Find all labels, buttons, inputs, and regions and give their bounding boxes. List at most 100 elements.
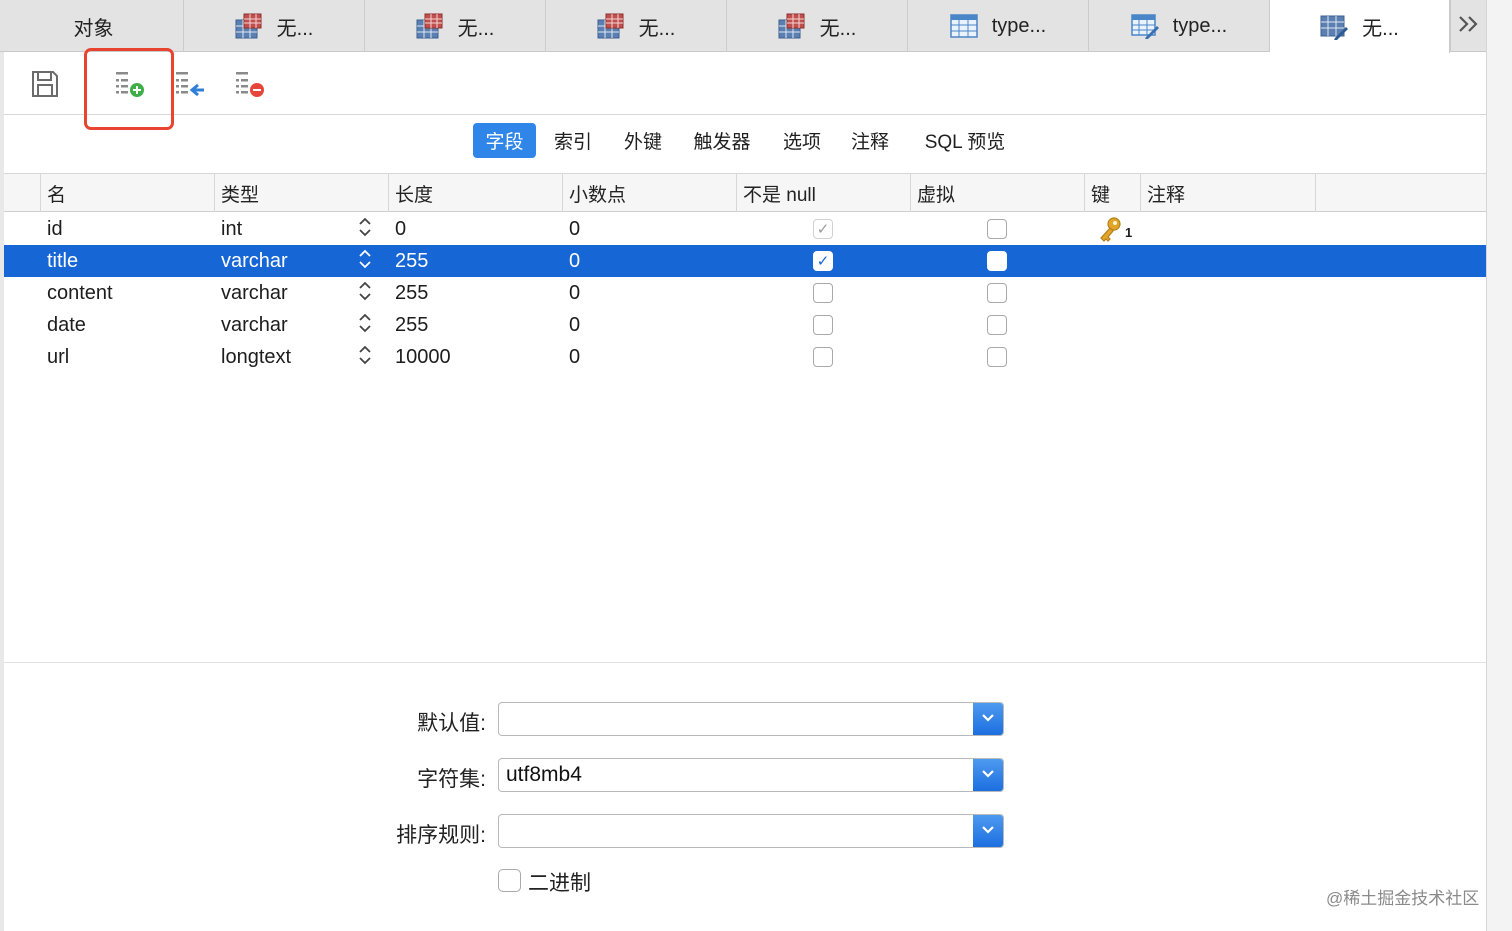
collation-dropdown-button[interactable] [973,815,1003,847]
field-decimals[interactable]: 0 [569,309,580,341]
subtab-options[interactable]: 选项 [772,123,832,158]
table-icon [235,13,263,39]
column-header-not-null[interactable]: 不是 null [736,174,912,212]
type-stepper[interactable] [355,245,375,277]
charset-value[interactable]: utf8mb4 [506,759,582,791]
tab-objects[interactable]: 对象 [4,0,184,52]
default-value-label: 默认值: [417,712,486,735]
double-chevron-right-icon [1458,15,1480,38]
tab-table-2[interactable]: 无... [365,0,546,52]
tab-label: type... [1172,14,1228,37]
table-row[interactable]: title varchar 255 0 ✓ [4,245,1486,277]
field-decimals[interactable]: 0 [569,277,580,309]
column-header-name[interactable]: 名 [40,174,216,212]
type-stepper[interactable] [355,341,375,373]
tab-overflow-button[interactable] [1450,0,1486,52]
subtab-foreign-keys[interactable]: 外键 [613,123,673,158]
virtual-checkbox[interactable] [987,347,1007,367]
virtual-checkbox[interactable] [987,283,1007,303]
column-header-key[interactable]: 键 [1084,174,1140,212]
table-row[interactable]: date varchar 255 0 [4,309,1486,341]
field-type[interactable]: varchar [221,277,288,309]
field-length[interactable]: 0 [395,213,406,245]
binary-label: 二进制 [528,872,591,895]
chevron-down-icon [981,766,995,784]
table-row[interactable]: id int 0 0 ✓ 1 [4,213,1486,245]
field-decimals[interactable]: 0 [569,245,580,277]
tab-label: 无... [819,17,857,40]
tab-type-1[interactable]: type... [908,0,1089,52]
subtab-indexes[interactable]: 索引 [544,123,602,158]
stepper-icon [358,312,372,339]
charset-label: 字符集: [417,768,486,791]
default-value-dropdown-button[interactable] [973,703,1003,735]
grid-icon [950,13,978,39]
field-length[interactable]: 255 [395,309,428,341]
not-null-checkbox[interactable]: ✓ [813,251,833,271]
field-name[interactable]: id [47,213,63,245]
field-type[interactable]: longtext [221,341,291,373]
insert-field-button[interactable] [172,69,206,103]
save-icon [30,69,60,104]
field-type[interactable]: int [221,213,242,245]
window-right-edge [1486,0,1512,931]
column-header-comment[interactable]: 注释 [1140,174,1316,212]
not-null-checkbox[interactable] [813,315,833,335]
stepper-icon [358,280,372,307]
tab-table-4[interactable]: 无... [727,0,908,52]
type-stepper[interactable] [355,213,375,245]
edit-table-icon [1320,14,1349,40]
tab-table-1[interactable]: 无... [184,0,365,52]
subtab-triggers[interactable]: 触发器 [682,123,762,158]
field-length[interactable]: 255 [395,277,428,309]
field-name[interactable]: title [47,245,78,277]
field-name[interactable]: content [47,277,113,309]
default-value-combobox[interactable] [498,702,1004,736]
not-null-checkbox[interactable] [813,347,833,367]
document-tab-bar: 对象 无... 无... 无... 无... type... type... 无… [0,0,1512,53]
key-order: 1 [1125,224,1133,240]
type-stepper[interactable] [355,277,375,309]
field-decimals[interactable]: 0 [569,213,580,245]
tab-active-table[interactable]: 无... [1270,0,1450,53]
virtual-checkbox[interactable] [987,219,1007,239]
not-null-checkbox[interactable]: ✓ [813,219,833,239]
table-row[interactable]: content varchar 255 0 [4,277,1486,309]
column-header-virtual[interactable]: 虚拟 [910,174,1086,212]
subtab-comment[interactable]: 注释 [840,123,900,158]
column-header-type[interactable]: 类型 [214,174,390,212]
subtab-fields[interactable]: 字段 [473,123,536,158]
field-name[interactable]: url [47,341,69,373]
virtual-checkbox[interactable] [987,251,1007,271]
delete-field-button[interactable] [232,69,266,103]
binary-checkbox[interactable] [498,869,521,892]
field-length[interactable]: 255 [395,245,428,277]
tab-type-2[interactable]: type... [1089,0,1270,52]
check-icon: ✓ [816,252,830,270]
field-name[interactable]: date [47,309,86,341]
chevron-down-icon [981,710,995,728]
save-button[interactable] [28,69,62,103]
column-header-decimals[interactable]: 小数点 [562,174,738,212]
tab-table-3[interactable]: 无... [546,0,727,52]
column-header-length[interactable]: 长度 [388,174,564,212]
stepper-icon [358,344,372,371]
tab-label: type... [991,14,1047,37]
field-type[interactable]: varchar [221,309,288,341]
not-null-checkbox[interactable] [813,283,833,303]
field-length[interactable]: 10000 [395,341,451,373]
tab-label: 对象 [73,17,114,40]
type-stepper[interactable] [355,309,375,341]
toolbar [4,53,1486,115]
collation-label: 排序规则: [396,824,486,847]
field-decimals[interactable]: 0 [569,341,580,373]
add-field-button[interactable] [112,69,146,103]
virtual-checkbox[interactable] [987,315,1007,335]
fields-grid-header: 名 类型 长度 小数点 不是 null 虚拟 键 注释 [4,174,1486,212]
table-row[interactable]: url longtext 10000 0 [4,341,1486,373]
charset-dropdown-button[interactable] [973,759,1003,791]
collation-combobox[interactable] [498,814,1004,848]
field-type[interactable]: varchar [221,245,288,277]
charset-combobox[interactable]: utf8mb4 [498,758,1004,792]
subtab-sql-preview[interactable]: SQL 预览 [910,123,1020,158]
